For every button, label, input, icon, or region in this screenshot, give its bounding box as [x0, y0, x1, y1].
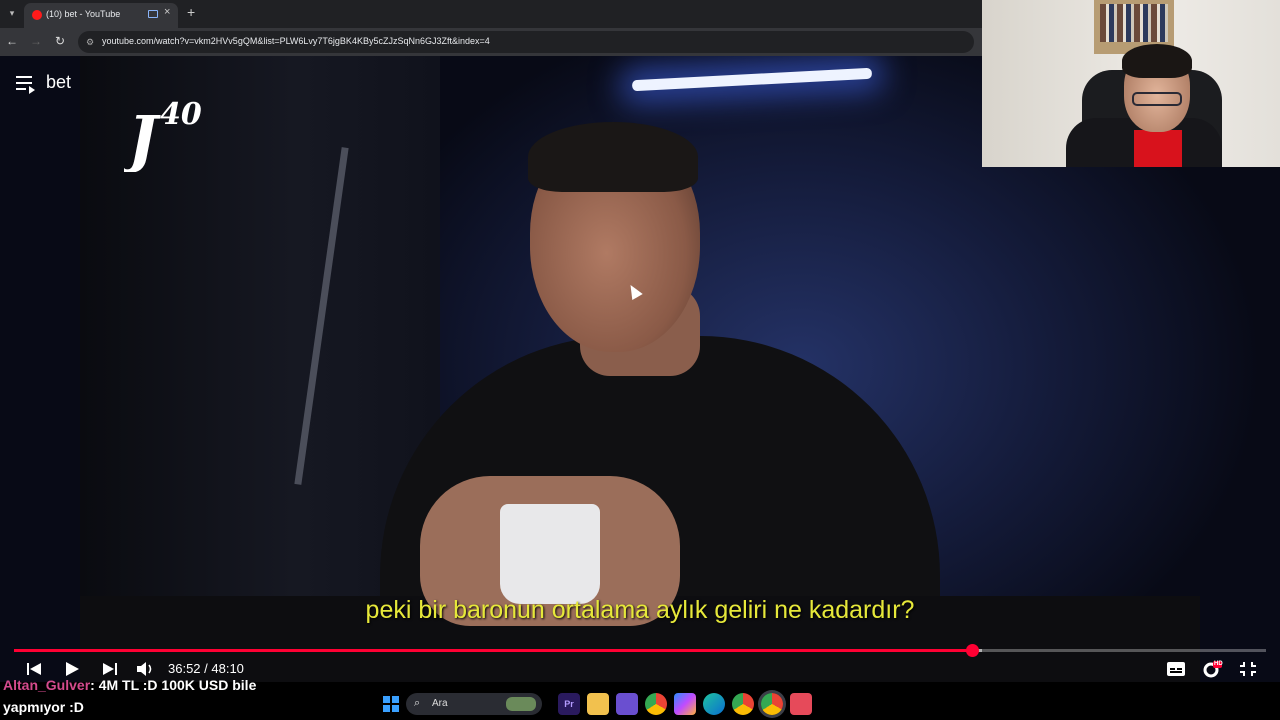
app-icon[interactable]	[790, 693, 812, 715]
screen: ▾ (10) bet - YouTube × + ← → ↻ ⚙ youtube…	[0, 0, 1280, 720]
tab-close-icon[interactable]: ×	[164, 6, 170, 18]
search-icon: ⌕	[414, 697, 421, 709]
progress-played	[14, 649, 973, 652]
webcam-overlay	[982, 0, 1280, 167]
chat-text-line2: yapmıyor :D	[3, 699, 84, 715]
cast-icon	[148, 10, 158, 18]
streamer-hair	[1122, 44, 1192, 78]
chat-message-continued: yapmıyor :D	[3, 699, 84, 715]
svg-text:40: 40	[160, 97, 202, 132]
next-button[interactable]	[102, 660, 118, 678]
windows-taskbar: ⌕ Ara Pr	[378, 690, 822, 718]
play-button[interactable]	[64, 660, 80, 678]
youtube-favicon-icon	[32, 10, 42, 20]
volume-button[interactable]	[136, 660, 156, 678]
file-explorer-icon[interactable]	[587, 693, 609, 715]
reload-icon[interactable]: ↻	[52, 33, 68, 49]
new-tab-button[interactable]: +	[187, 4, 195, 20]
video-subtitle: peki bir baronun ortalama aylık geliri n…	[365, 596, 915, 624]
search-placeholder: Ara	[432, 698, 448, 709]
edge-icon[interactable]	[703, 693, 725, 715]
channel-logo: J 40	[124, 97, 202, 172]
glasses	[1132, 92, 1182, 106]
premiere-icon[interactable]: Pr	[558, 693, 580, 715]
chrome-icon[interactable]	[645, 693, 667, 715]
windows-start-icon[interactable]	[380, 693, 402, 715]
coffee-mug	[500, 504, 600, 604]
tab-title: (10) bet - YouTube	[46, 9, 121, 19]
person-hair	[528, 122, 698, 192]
light-bar	[631, 67, 873, 92]
forward-icon[interactable]: →	[28, 33, 44, 49]
progress-bar[interactable]	[14, 644, 1266, 657]
subtitles-button[interactable]	[1166, 660, 1186, 678]
site-info-icon[interactable]: ⚙	[86, 36, 98, 48]
streamer-shirt	[1134, 130, 1182, 167]
back-icon[interactable]: ←	[4, 33, 20, 49]
chat-text: : 4M TL :D 100K USD bile	[90, 677, 257, 693]
playlist-arrow-icon	[29, 86, 35, 94]
chat-message: Altan_Gulver: 4M TL :D 100K USD bile	[3, 677, 256, 693]
exit-fullscreen-icon[interactable]	[1238, 660, 1258, 678]
books	[1100, 4, 1168, 42]
taskbar-search-input[interactable]: ⌕ Ara	[406, 693, 542, 715]
copilot-icon[interactable]	[674, 693, 696, 715]
snipping-tool-icon[interactable]	[616, 693, 638, 715]
svg-text:J: J	[124, 102, 161, 172]
browser-address-bar: ← → ↻ ⚙ youtube.com/watch?v=vkm2HVv5gQM&…	[0, 28, 982, 56]
hd-badge: HD	[1214, 661, 1223, 667]
tab-search-icon[interactable]: ▾	[4, 5, 20, 21]
chrome-dev-icon[interactable]	[761, 693, 783, 715]
browser-tab-bar: ▾ (10) bet - YouTube × +	[0, 0, 982, 28]
url-text: youtube.com/watch?v=vkm2HVv5gQM&list=PLW…	[102, 36, 490, 46]
playlist-title[interactable]: bet	[46, 72, 71, 93]
url-input[interactable]: ⚙ youtube.com/watch?v=vkm2HVv5gQM&list=P…	[78, 31, 974, 53]
chrome-alt-icon[interactable]	[732, 693, 754, 715]
time-display: 36:52 / 48:10	[168, 661, 244, 676]
previous-button[interactable]	[26, 660, 42, 678]
chat-username: Altan_Gulver	[3, 677, 91, 693]
car-game-icon	[506, 697, 536, 711]
tab-youtube[interactable]: (10) bet - YouTube ×	[24, 3, 178, 28]
